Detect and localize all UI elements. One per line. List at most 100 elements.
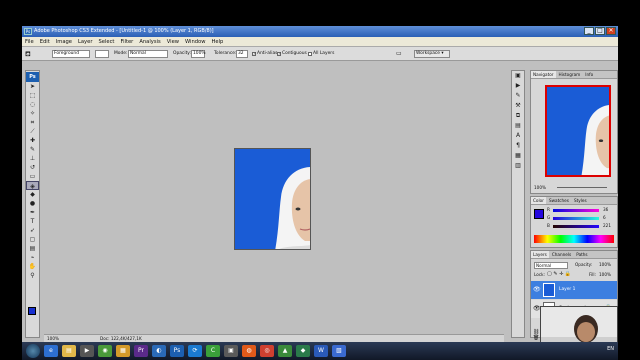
fill-value[interactable]: 100% <box>599 272 611 277</box>
tab-layers[interactable]: Layers <box>531 251 549 258</box>
layer-name[interactable]: Layer 1 <box>559 287 575 292</box>
tab-paths[interactable]: Paths <box>574 251 589 258</box>
menu-window[interactable]: Window <box>185 39 205 45</box>
ie-icon[interactable]: e <box>44 345 58 357</box>
clone-stamp-tool-icon[interactable]: ⊥ <box>26 154 39 163</box>
all-layers-checkbox[interactable] <box>308 52 312 56</box>
r-value[interactable]: 36 <box>603 207 608 212</box>
tab-swatches[interactable]: Swatches <box>547 197 571 204</box>
paint-bucket-tool-icon[interactable]: ◈ <box>26 181 39 190</box>
g-value[interactable]: 6 <box>603 215 606 220</box>
move-tool-icon[interactable]: ➤ <box>26 82 39 91</box>
firefox-icon[interactable]: ◍ <box>242 345 256 357</box>
eraser-tool-icon[interactable]: ▭ <box>26 172 39 181</box>
brush-tool-icon[interactable]: ✎ <box>26 145 39 154</box>
pen-tool-icon[interactable]: ✒ <box>26 208 39 217</box>
minimize-button[interactable]: _ <box>584 27 594 35</box>
tab-info[interactable]: Info <box>583 71 595 78</box>
crop-tool-icon[interactable]: ⌗ <box>26 118 39 127</box>
marquee-tool-icon[interactable]: ⬚ <box>26 91 39 100</box>
app-icon[interactable]: ▧ <box>332 345 346 357</box>
clone-source-icon[interactable]: ⧉ <box>512 111 524 121</box>
blend-mode-select[interactable]: Normal <box>534 262 568 269</box>
app-icon[interactable]: ▦ <box>116 345 130 357</box>
foreground-color-swatch[interactable] <box>534 209 544 219</box>
antialias-checkbox[interactable] <box>252 51 256 56</box>
menu-help[interactable]: Help <box>211 39 223 45</box>
navigator-thumbnail[interactable] <box>545 85 611 177</box>
layer-opacity-value[interactable]: 100% <box>599 262 611 267</box>
type-tool-icon[interactable]: T <box>26 217 39 226</box>
r-slider[interactable] <box>553 209 599 212</box>
ps-badge[interactable]: Ps <box>26 72 39 82</box>
navigator-zoom[interactable]: 100% <box>534 185 546 190</box>
layer-row-layer1[interactable]: 👁 Layer 1 <box>531 281 617 299</box>
menu-edit[interactable]: Edit <box>40 39 50 45</box>
premiere-icon[interactable]: Pr <box>134 345 148 357</box>
explorer-icon[interactable]: ▤ <box>62 345 76 357</box>
visibility-eye-icon[interactable]: 👁 <box>533 286 541 293</box>
paint-bucket-icon[interactable]: ⛾ <box>25 50 31 58</box>
media-player-icon[interactable]: ▶ <box>80 345 94 357</box>
brushes-icon[interactable]: ✎ <box>512 91 524 101</box>
workspace-button[interactable]: Workspace ▾ <box>414 50 450 58</box>
layer-comps-icon[interactable]: ▤ <box>512 121 524 131</box>
paragraph-icon[interactable]: ¶ <box>512 141 524 151</box>
tool-presets-icon[interactable]: ⚒ <box>512 101 524 111</box>
app-icon[interactable]: ⟳ <box>188 345 202 357</box>
pattern-picker[interactable] <box>95 50 109 58</box>
magic-wand-tool-icon[interactable]: ✧ <box>26 109 39 118</box>
status-zoom[interactable]: 100% <box>47 335 59 342</box>
tab-navigator[interactable]: Navigator <box>531 71 556 78</box>
g-slider[interactable] <box>553 217 599 220</box>
path-selection-tool-icon[interactable]: ➶ <box>26 226 39 235</box>
menu-select[interactable]: Select <box>98 39 114 45</box>
history-icon[interactable]: ▣ <box>512 71 524 81</box>
animation-icon[interactable]: ▦ <box>512 151 524 161</box>
fill-source-select[interactable]: Foreground <box>52 50 90 58</box>
app-icon[interactable]: ▲ <box>278 345 292 357</box>
tab-color[interactable]: Color <box>531 197 546 204</box>
b-slider[interactable] <box>553 225 599 228</box>
hand-tool-icon[interactable]: ✋ <box>26 262 39 271</box>
color-ramp[interactable] <box>534 235 614 243</box>
tab-channels[interactable]: Channels <box>550 251 573 258</box>
menu-filter[interactable]: Filter <box>120 39 133 45</box>
language-indicator[interactable]: EN <box>607 346 614 352</box>
menu-view[interactable]: View <box>167 39 179 45</box>
color-swatches[interactable] <box>28 307 39 319</box>
blur-tool-icon[interactable]: ◆ <box>26 190 39 199</box>
maximize-button[interactable]: □ <box>595 27 605 35</box>
document-canvas[interactable] <box>234 148 311 250</box>
actions-icon[interactable]: ▶ <box>512 81 524 91</box>
word-icon[interactable]: W <box>314 345 328 357</box>
chrome-icon[interactable]: ◎ <box>260 345 274 357</box>
menu-analysis[interactable]: Analysis <box>139 39 160 45</box>
slice-tool-icon[interactable]: ⟋ <box>26 127 39 136</box>
tolerance-input[interactable]: 32 <box>236 50 248 58</box>
measurement-icon[interactable]: ▥ <box>512 161 524 171</box>
menu-image[interactable]: Image <box>56 39 72 45</box>
notes-tool-icon[interactable]: ▤ <box>26 244 39 253</box>
zoom-tool-icon[interactable]: ⚲ <box>26 271 39 280</box>
mode-select[interactable]: Normal <box>128 50 168 58</box>
tab-styles[interactable]: Styles <box>572 197 589 204</box>
menu-file[interactable]: File <box>25 39 34 45</box>
character-icon[interactable]: A <box>512 131 524 141</box>
lock-icons[interactable]: ▢ ✎ ✛ 🔒 <box>547 271 571 277</box>
foreground-color[interactable] <box>28 307 36 315</box>
shape-tool-icon[interactable]: ▢ <box>26 235 39 244</box>
contiguous-checkbox[interactable] <box>277 51 281 56</box>
app-icon[interactable]: ◉ <box>98 345 112 357</box>
palette-well-icon[interactable]: ▭ <box>396 50 402 58</box>
tab-histogram[interactable]: Histogram <box>557 71 583 78</box>
navigator-zoom-slider[interactable] <box>557 187 607 188</box>
lasso-tool-icon[interactable]: ◌ <box>26 100 39 109</box>
app-icon[interactable]: ▣ <box>224 345 238 357</box>
menu-layer[interactable]: Layer <box>78 39 92 45</box>
dodge-tool-icon[interactable]: ● <box>26 199 39 208</box>
healing-brush-tool-icon[interactable]: ✚ <box>26 136 39 145</box>
b-value[interactable]: 221 <box>603 223 611 228</box>
photoshop-taskbar-icon[interactable]: Ps <box>170 345 184 357</box>
camtasia-icon[interactable]: C <box>206 345 220 357</box>
